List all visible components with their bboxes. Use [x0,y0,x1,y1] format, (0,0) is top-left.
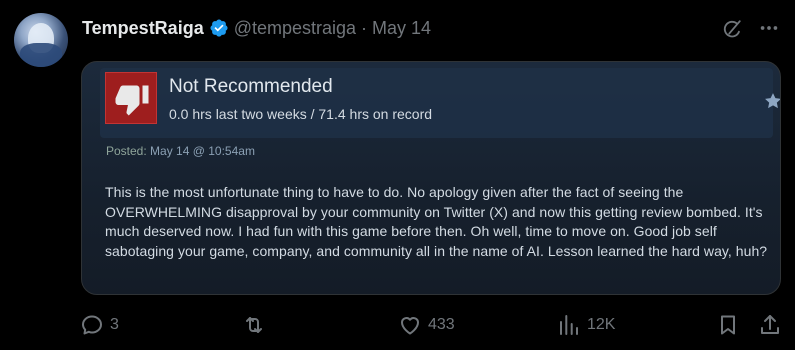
views-button[interactable]: 12K [557,312,615,338]
review-verdict: Not Recommended [169,76,333,97]
thumbs-down-badge [105,72,157,124]
repost-button[interactable] [242,312,272,338]
repost-icon [246,317,262,333]
bookmark-button[interactable] [716,312,740,338]
views-icon [560,315,578,335]
action-bar: 3 433 12K [0,312,795,338]
author-handle[interactable]: @tempestraiga [234,18,356,39]
more-icon[interactable] [758,17,780,39]
posted-line: Posted: May 14 @ 10:54am [106,144,255,158]
header-separator: · [361,17,368,38]
like-icon [401,317,419,335]
avatar[interactable] [14,13,68,67]
posted-label: Posted: [106,144,147,158]
reply-count: 3 [110,316,119,333]
steam-review-card[interactable]: Not Recommended 0.0 hrs last two weeks /… [81,61,781,295]
posted-date: May 14 @ 10:54am [150,144,255,158]
bookmark-icon [721,315,735,335]
avatar-figure-body [20,43,62,67]
thumbs-down-icon [115,85,149,116]
like-button[interactable]: 433 [398,312,455,338]
like-count: 433 [428,316,455,333]
view-count: 12K [587,316,616,333]
review-hours: 0.0 hrs last two weeks / 71.4 hrs on rec… [169,106,433,122]
post-header: TempestRaiga @tempestraiga · May 14 [82,17,431,39]
review-header: Not Recommended 0.0 hrs last two weeks /… [100,68,780,138]
star-icon[interactable] [763,91,781,111]
share-icon [761,315,779,334]
post-date[interactable]: May 14 [372,18,431,39]
grok-icon[interactable] [721,18,743,40]
author-name[interactable]: TempestRaiga [82,18,204,39]
review-text: This is the most unfortunate thing to ha… [105,184,768,259]
reply-icon [82,315,102,335]
reply-button[interactable]: 3 [80,312,119,338]
verified-badge-icon[interactable] [209,18,229,38]
share-button[interactable] [758,312,782,338]
